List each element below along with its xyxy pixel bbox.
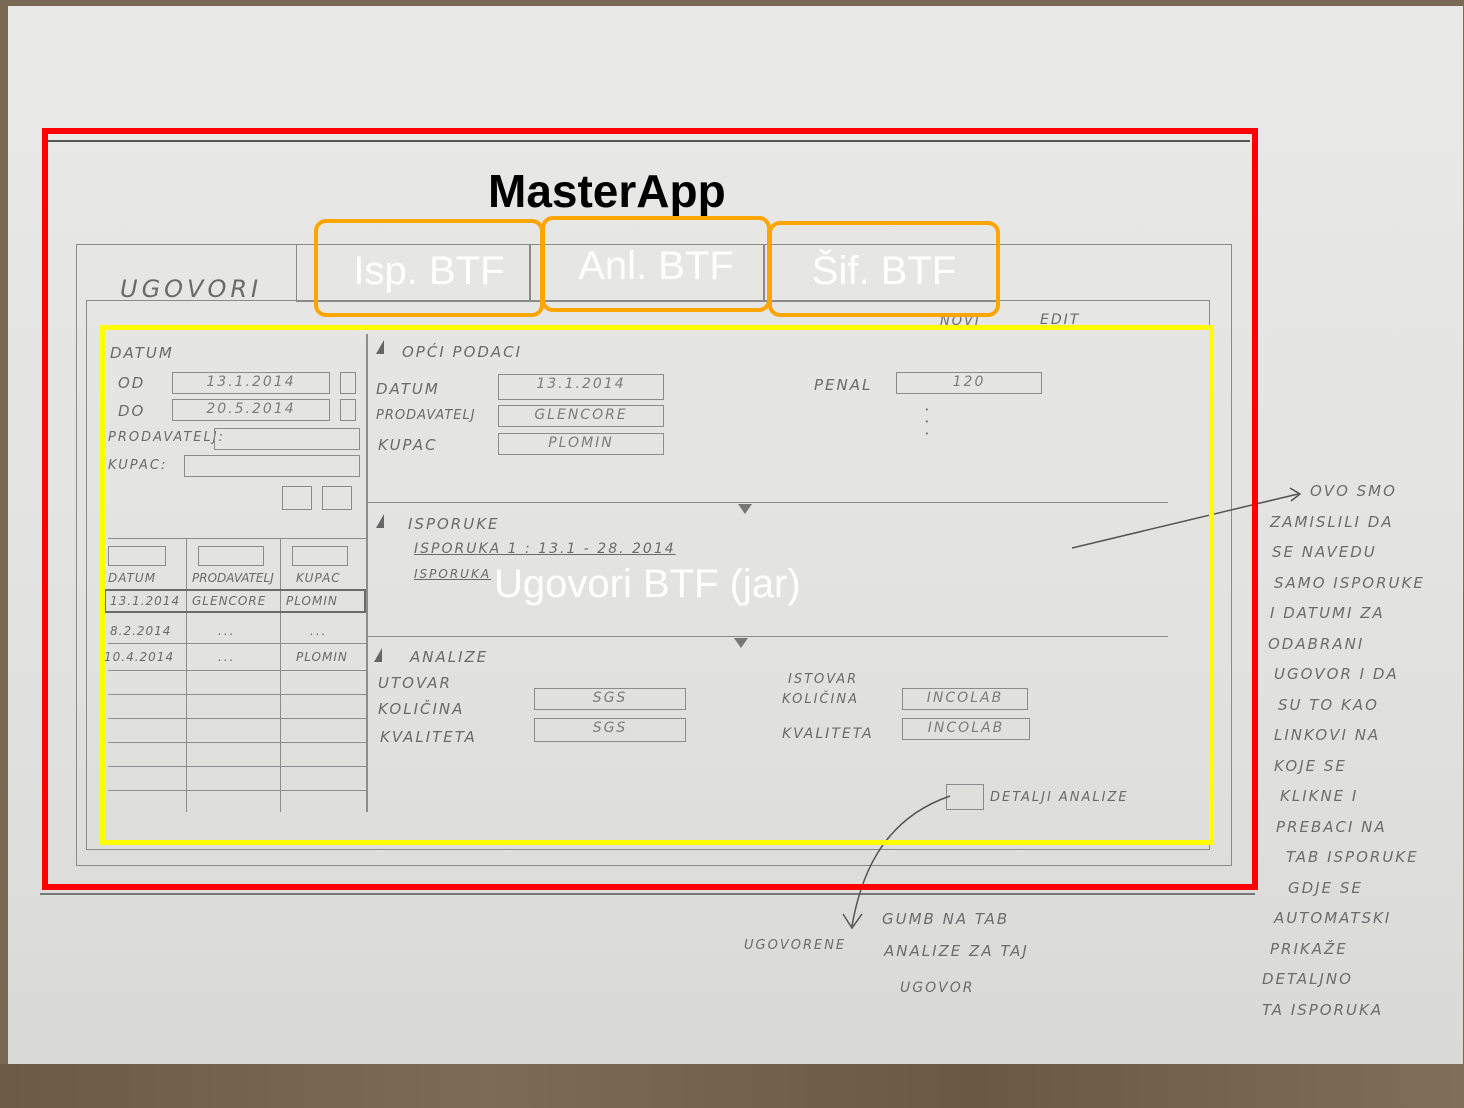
note-right-line: GDJE SE [1288,878,1363,897]
note-right-line: ZAMISLILI DA [1270,512,1394,531]
sif-btf-label: Šif. BTF [811,249,957,293]
note-right-line: SU TO KAO [1278,695,1379,714]
note-right-line: AUTOMATSKI [1274,909,1392,927]
note-right-line: I DATUMI ZA [1270,604,1385,622]
note-right-line: UGOVOR I DA [1274,665,1399,683]
note-bottom-line: ANALIZE ZA TAJ [884,942,1029,960]
isp-btf-box: Isp. BTF [314,219,544,317]
note-right-line: ODABRANI [1268,634,1365,653]
ugovori-btf-label: Ugovori BTF (jar) [494,562,801,606]
note-right-line: PRIKAŽE [1270,939,1348,958]
note-right-line: TA ISPORUKA [1262,1000,1384,1019]
anl-btf-box: Anl. BTF [541,216,771,312]
note-right-line: TAB ISPORUKE [1286,848,1419,866]
note-right-line: OVO SMO [1310,482,1397,500]
note-right-line: KOJE SE [1274,756,1347,775]
note-right-line: PREBACI NA [1276,817,1387,836]
note-bottom-line: UGOVORENE [744,938,847,953]
note-right-line: SAMO ISPORUKE [1274,573,1425,592]
note-right-line: DETALJNO [1262,970,1353,988]
note-bottom-line: UGOVOR [900,980,975,996]
isp-btf-label: Isp. BTF [353,249,505,293]
sif-btf-box: Šif. BTF [768,221,1000,317]
note-right-line: SE NAVEDU [1272,543,1377,561]
note-right-line: LINKOVI NA [1274,726,1381,744]
note-right-line: KLIKNE I [1280,787,1359,805]
note-bottom-line: GUMB NA TAB [882,910,1010,928]
anl-btf-label: Anl. BTF [578,244,734,288]
masterapp-title: MasterApp [488,165,726,217]
